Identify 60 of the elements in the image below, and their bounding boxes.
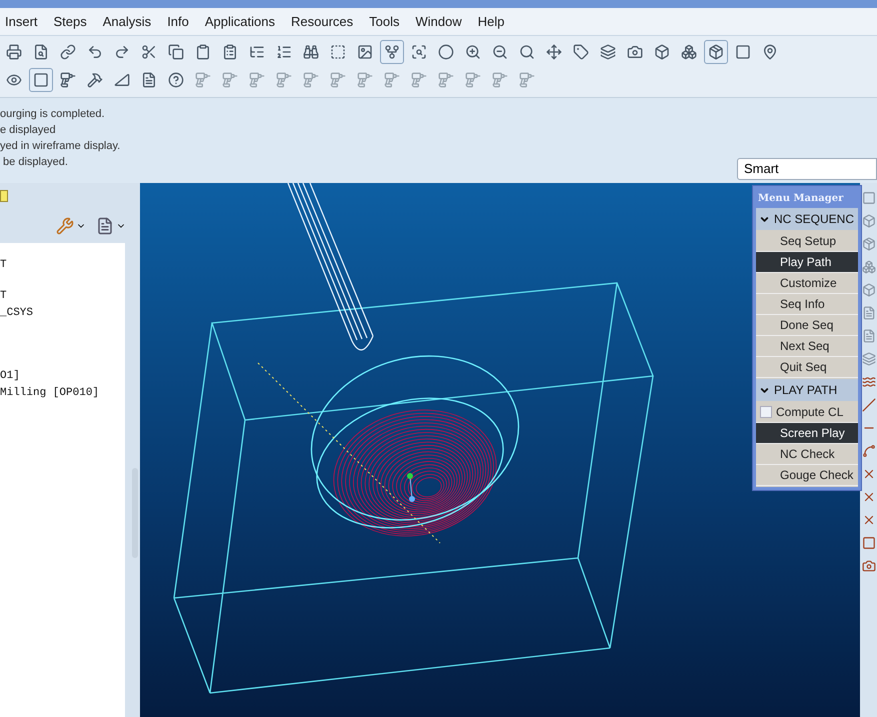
list-document-icon[interactable] [96,217,114,235]
camera-icon [627,44,643,60]
pin-icon [762,44,778,60]
layers-icon [600,44,616,60]
menu-item[interactable]: Window [415,12,462,32]
undo-icon [87,44,103,60]
binoculars-icon [303,44,319,60]
menu-item[interactable]: Quit Seq [756,357,858,378]
menu-manager-title: Menu Manager [757,192,844,206]
cut-icon [141,44,157,60]
menu-item[interactable]: NC Check [756,444,858,465]
tree-item[interactable]: O1] [0,368,125,385]
checkbox[interactable] [760,406,772,418]
message-line: e displayed [0,123,57,138]
menu-item[interactable]: Insert [5,12,38,32]
menu-item[interactable]: Done Seq [756,315,858,336]
menu-item[interactable]: Help [478,12,504,32]
menu-item[interactable]: Resources [290,12,354,32]
paste-special-icon [222,44,238,60]
menu-item[interactable]: Play Path [756,252,858,273]
dashed-box-icon [330,44,346,60]
message-line: ourging is completed. [0,107,106,122]
menu-section-header[interactable]: NC SEQUENC [756,208,858,230]
help-pointer-icon [168,72,184,88]
tree-item[interactable]: T [0,257,125,274]
tree-item[interactable]: _CSYS [0,305,125,322]
menu-item[interactable]: Gouge Check [756,465,858,486]
rectangle-icon[interactable] [862,536,876,550]
coordinate-origin-drawing [407,473,415,502]
paste-icon [195,44,211,60]
menu-item[interactable]: Tools [369,12,400,32]
zoom-in-icon [465,44,481,60]
tree-item[interactable]: T [0,288,125,305]
document-icon [141,72,157,88]
filter-dropdown[interactable]: Smart [737,158,877,180]
reorient-icon [546,44,562,60]
picture-icon [357,44,373,60]
menu-item[interactable]: Customize [756,273,858,294]
menu-item[interactable]: Applications [204,12,275,32]
redo-icon [114,44,130,60]
copy-icon [168,44,184,60]
eye-icon [6,72,22,88]
print-icon [6,44,22,60]
arc-icon[interactable] [862,444,876,458]
label-icon [573,44,589,60]
menu-item[interactable]: Seq Info [756,294,858,315]
model-tree-tab-icon[interactable] [0,190,8,202]
zoom-out-icon [492,44,508,60]
message-line: be displayed. [2,155,69,170]
zoom-fit-icon [519,44,535,60]
menu-item[interactable]: Info [167,12,189,32]
menu-item[interactable]: Next Seq [756,336,858,357]
menu-section-header[interactable]: PLAY PATH [756,379,858,401]
chain-icon [60,44,76,60]
menu-item[interactable]: Screen Play [756,423,858,444]
menu-item[interactable]: Steps [54,12,87,32]
menu-item[interactable]: Analysis [102,12,152,32]
message-line: yed in wireframe display. [0,139,122,154]
tree-item[interactable]: Milling [OP010] [0,385,125,402]
wireframe-cube-icon [654,44,670,60]
